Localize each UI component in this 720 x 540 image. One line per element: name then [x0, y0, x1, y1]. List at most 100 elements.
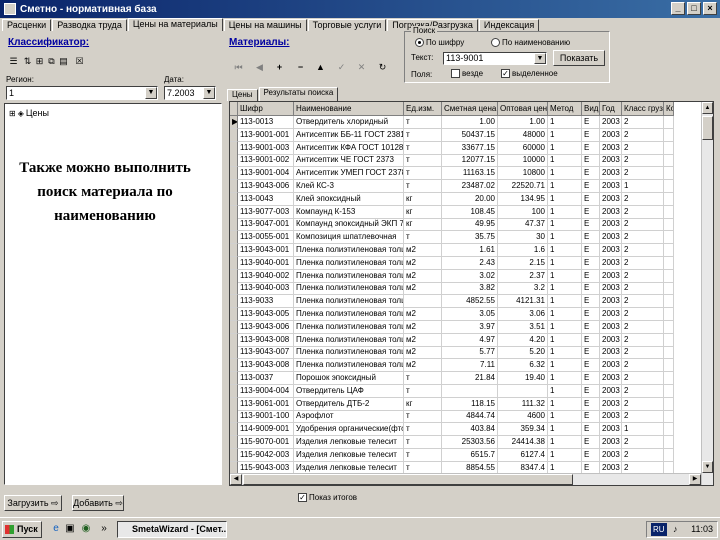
table-cell[interactable]: Пленка полиэтиленовая толщ.0,2: [294, 308, 404, 321]
table-cell[interactable]: 1: [548, 218, 582, 232]
table-cell[interactable]: 2003: [600, 218, 622, 232]
maximize-button[interactable]: □: [687, 2, 701, 15]
table-cell[interactable]: 3.97: [442, 320, 498, 334]
table-cell[interactable]: 3.05: [442, 308, 498, 321]
table-cell[interactable]: [664, 167, 674, 181]
table-cell[interactable]: Композиция шпатлевочная: [294, 231, 404, 245]
table-row[interactable]: 113-0055-001 Композиция шпатлевочная т 35.7…: [230, 231, 674, 245]
table-cell[interactable]: 113-9001-003: [238, 141, 294, 155]
row-indicator[interactable]: [230, 269, 238, 283]
materials-grid[interactable]: Шифр Наименование Ед.изм. Сметная цена Оптов…: [229, 101, 714, 486]
table-cell[interactable]: Пленка полиэтиленовая толщ.0,2: [294, 282, 404, 296]
table-cell[interactable]: 11163.15: [442, 167, 498, 181]
table-cell[interactable]: 3.51: [498, 320, 548, 334]
table-cell[interactable]: Отвердитель хлоридный: [294, 116, 404, 129]
table-cell[interactable]: [664, 384, 674, 398]
table-cell[interactable]: 113-9004-004: [238, 384, 294, 398]
table-row[interactable]: 113-0037 Порошок эпоксидный т 21.84 19.40 1 Е 2…: [230, 372, 674, 385]
copy-icon[interactable]: ⧉: [46, 56, 57, 67]
table-cell[interactable]: 2: [622, 333, 664, 347]
table-cell[interactable]: Клей КС-3: [294, 180, 404, 193]
table-cell[interactable]: 24414.38: [498, 436, 548, 449]
table-cell[interactable]: Удобрения органические(фтопк: [294, 423, 404, 437]
table-cell[interactable]: Е: [582, 295, 600, 309]
table-cell[interactable]: 2: [622, 269, 664, 283]
table-cell[interactable]: [664, 372, 674, 385]
table-cell[interactable]: 2003: [600, 205, 622, 219]
table-cell[interactable]: 2: [622, 372, 664, 385]
table-cell[interactable]: 2.37: [498, 269, 548, 283]
table-cell[interactable]: 1: [622, 423, 664, 437]
table-cell[interactable]: 113-0037: [238, 372, 294, 385]
table-cell[interactable]: [664, 256, 674, 270]
table-cell[interactable]: 2003: [600, 372, 622, 385]
table-cell[interactable]: 113-9001-004: [238, 167, 294, 181]
scroll-up-icon[interactable]: ▲: [702, 102, 713, 114]
table-row[interactable]: 113-9077-003 Компаунд К-153 кг 108.45 100 1 Е 2…: [230, 205, 674, 219]
table-cell[interactable]: 2003: [600, 448, 622, 462]
table-cell[interactable]: 2: [622, 359, 664, 373]
table-cell[interactable]: Е: [582, 436, 600, 449]
table-cell[interactable]: 21.84: [442, 372, 498, 385]
tab-machines[interactable]: Цены на машины: [223, 19, 307, 31]
table-cell[interactable]: [664, 423, 674, 437]
table-cell[interactable]: [664, 448, 674, 462]
table-row[interactable]: 113-9001-003 Антисептик КФА ГОСТ 10128 т 33…: [230, 141, 674, 155]
subtab-search-results[interactable]: Результаты поиска: [258, 87, 339, 101]
table-cell[interactable]: 49.95: [442, 218, 498, 232]
table-cell[interactable]: 2.43: [442, 256, 498, 270]
table-cell[interactable]: Е: [582, 116, 600, 129]
table-cell[interactable]: [664, 269, 674, 283]
table-cell[interactable]: [442, 384, 498, 398]
table-cell[interactable]: 20.00: [442, 192, 498, 206]
table-cell[interactable]: Е: [582, 231, 600, 245]
table-cell[interactable]: кг: [404, 192, 442, 206]
table-row[interactable]: 113-9040-003Пленка полиэтиленовая толщ.0…: [230, 282, 674, 296]
table-row[interactable]: 113-9040-002Пленка полиэтиленовая толщ.0…: [230, 269, 674, 283]
table-cell[interactable]: [664, 346, 674, 360]
table-cell[interactable]: Отвердитель ЦАФ: [294, 384, 404, 398]
remove-record-icon[interactable]: −: [295, 62, 306, 73]
tab-indexation[interactable]: Индексация: [478, 19, 540, 31]
table-row[interactable]: 115-9070-001 Изделия лепковые телесит т 253…: [230, 436, 674, 449]
table-cell[interactable]: 2003: [600, 333, 622, 347]
table-cell[interactable]: 1: [548, 436, 582, 449]
table-cell[interactable]: 113-9077-003: [238, 205, 294, 219]
table-cell[interactable]: [664, 308, 674, 321]
table-cell[interactable]: м2: [404, 346, 442, 360]
tab-trade[interactable]: Торговые услуги: [307, 19, 387, 31]
table-cell[interactable]: Е: [582, 359, 600, 373]
table-cell[interactable]: Изделия лепковые телесит: [294, 436, 404, 449]
table-cell[interactable]: Е: [582, 256, 600, 270]
table-cell[interactable]: м2: [404, 308, 442, 321]
table-cell[interactable]: 22520.71: [498, 180, 548, 193]
table-cell[interactable]: 10800: [498, 167, 548, 181]
table-cell[interactable]: [664, 231, 674, 245]
table-cell[interactable]: 1.00: [498, 116, 548, 129]
scroll-thumb[interactable]: [243, 474, 573, 485]
table-cell[interactable]: т: [404, 410, 442, 424]
table-cell[interactable]: 2003: [600, 397, 622, 411]
table-cell[interactable]: 113-9043-001: [238, 244, 294, 257]
table-cell[interactable]: 2: [622, 154, 664, 168]
table-cell[interactable]: [664, 359, 674, 373]
horizontal-scrollbar[interactable]: ◀ ▶: [230, 473, 701, 485]
refresh-icon[interactable]: ↻: [377, 62, 388, 73]
grid-header-cell[interactable]: Вид: [582, 102, 600, 116]
table-cell[interactable]: Пленка полиэтиленовая толщ.0,2: [294, 333, 404, 347]
table-cell[interactable]: 113-9001-001: [238, 128, 294, 142]
browser-icon[interactable]: e: [50, 523, 62, 535]
table-cell[interactable]: Пленка полиэтиленовая толщ.0,100м2: [294, 295, 404, 309]
row-indicator[interactable]: [230, 308, 238, 321]
table-cell[interactable]: [664, 218, 674, 232]
table-cell[interactable]: Пленка полиэтиленовая толщ.0,2: [294, 359, 404, 373]
table-cell[interactable]: 2: [622, 320, 664, 334]
table-cell[interactable]: Е: [582, 346, 600, 360]
chevron-down-icon[interactable]: ▼: [203, 87, 215, 99]
table-cell[interactable]: 35.75: [442, 231, 498, 245]
current-row-indicator-icon[interactable]: ▶: [230, 116, 238, 129]
table-cell[interactable]: 3.2: [498, 282, 548, 296]
table-cell[interactable]: Е: [582, 320, 600, 334]
table-cell[interactable]: Пленка полиэтиленовая толщ.0,2: [294, 320, 404, 334]
filter-icon[interactable]: ⊞: [34, 56, 45, 67]
